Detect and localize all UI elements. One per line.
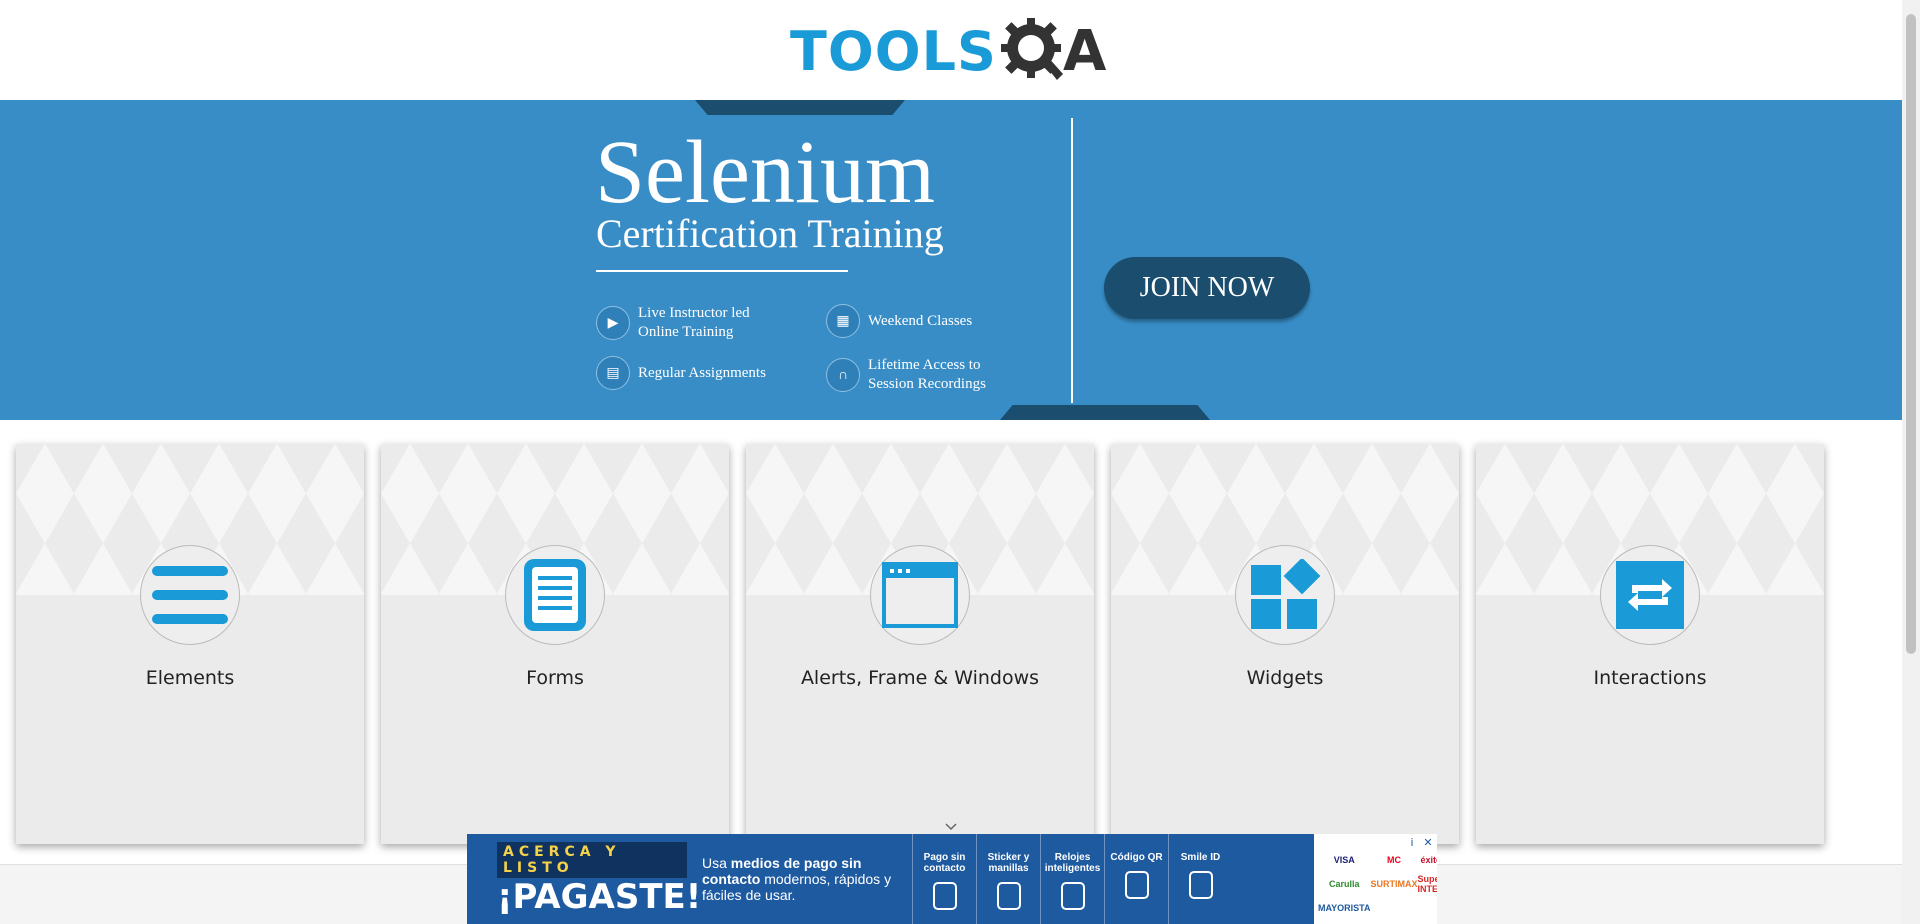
surtimax-logo: SURTIMAX xyxy=(1370,878,1418,889)
card-alerts-frame-windows[interactable]: Alerts, Frame & Windows xyxy=(746,444,1094,844)
headphones-icon: ∩ xyxy=(826,358,860,392)
document-icon: ▤ xyxy=(596,356,630,390)
page-scrollbar[interactable] xyxy=(1902,0,1920,924)
card-avatar xyxy=(870,545,970,645)
join-now-button[interactable]: JOIN NOW xyxy=(1104,257,1310,319)
ad-item-label: Código QR xyxy=(1110,852,1163,863)
card-title: Alerts, Frame & Windows xyxy=(800,667,1040,689)
widgets-grid-icon xyxy=(1251,559,1321,629)
phone-qr-icon xyxy=(1124,871,1149,899)
card-title: Interactions xyxy=(1593,667,1707,689)
carulla-logo: Carulla xyxy=(1329,878,1360,889)
ad-brand: ACERCA Y LISTO ¡PAGASTE! xyxy=(467,834,702,924)
sticker-icon xyxy=(996,882,1021,910)
ad-payment-methods: Pago sin contacto Sticker y manillas Rel… xyxy=(912,834,1232,924)
card-widgets[interactable]: Widgets xyxy=(1111,444,1459,844)
hamburger-list-icon xyxy=(152,566,228,624)
card-interactions[interactable]: Interactions xyxy=(1476,444,1824,844)
feature-label: Lifetime Access to Session Recordings xyxy=(868,357,986,392)
selenium-training-banner[interactable]: Selenium Certification Training ▶ Live I… xyxy=(0,100,1902,420)
card-forms[interactable]: Forms xyxy=(381,444,729,844)
feature-weekend-classes: ▦ Weekend Classes xyxy=(826,304,1018,338)
toolsqa-logo[interactable]: TOOLS A xyxy=(790,14,1120,90)
swap-arrows-icon xyxy=(1616,561,1684,629)
face-id-icon xyxy=(1188,871,1213,899)
ad-item-qr: Código QR xyxy=(1104,834,1168,924)
ad-item-label: Relojes inteligentes xyxy=(1044,852,1101,874)
mastercard-logo: MC xyxy=(1387,854,1402,865)
ad-close-icon[interactable]: ✕ xyxy=(1421,836,1435,850)
ad-controls: i ✕ xyxy=(1405,836,1435,850)
ad-tagline-main: ¡PAGASTE! xyxy=(497,877,702,917)
feature-label: Weekend Classes xyxy=(868,312,973,329)
banner-title: Selenium xyxy=(595,123,935,222)
banner-underline xyxy=(596,270,848,272)
chevron-down-icon[interactable] xyxy=(944,820,958,834)
banner-stripe-bottom xyxy=(1000,405,1210,420)
ad-copy: Usa medios de pago sin contacto modernos… xyxy=(687,855,912,903)
document-form-icon xyxy=(524,559,586,631)
feature-lifetime-access: ∩ Lifetime Access to Session Recordings xyxy=(826,356,1018,394)
feature-assignments: ▤ Regular Assignments xyxy=(596,356,788,390)
feature-label: Regular Assignments xyxy=(638,364,766,381)
card-avatar xyxy=(505,545,605,645)
feature-label: Live Instructor led Online Training xyxy=(638,305,750,340)
banner-stripe-top xyxy=(695,100,905,115)
mayorista-logo: MAYORISTA xyxy=(1318,903,1371,914)
card-avatar xyxy=(140,545,240,645)
feature-live-training: ▶ Live Instructor led Online Training xyxy=(596,304,788,342)
ad-item-contactless: Pago sin contacto xyxy=(912,834,976,924)
super-inter-logo: Super INTER xyxy=(1417,873,1437,894)
ad-tagline-top: ACERCA Y LISTO xyxy=(497,842,687,878)
ad-info-icon[interactable]: i xyxy=(1405,836,1419,850)
ad-item-label: Pago sin contacto xyxy=(923,852,966,874)
play-icon: ▶ xyxy=(596,306,630,340)
site-header: TOOLS A xyxy=(0,0,1902,100)
gear-magnifier-icon xyxy=(1000,18,1063,80)
ad-copy-prefix: Usa xyxy=(702,855,731,871)
logo-text-a: A xyxy=(1062,19,1107,84)
ad-item-smartwatch: Relojes inteligentes xyxy=(1040,834,1104,924)
scrollbar-thumb[interactable] xyxy=(1906,14,1916,654)
browser-window-icon xyxy=(882,562,958,628)
banner-divider xyxy=(1071,118,1073,403)
exito-logo: éxito xyxy=(1420,854,1438,865)
logo-text: TOOLS xyxy=(790,20,997,83)
card-avatar xyxy=(1235,545,1335,645)
ad-item-sticker: Sticker y manillas xyxy=(976,834,1040,924)
visa-logo: VISA xyxy=(1333,854,1355,865)
card-title: Forms xyxy=(526,667,584,689)
card-title: Elements xyxy=(145,667,235,689)
banner-subtitle: Certification Training xyxy=(596,211,944,256)
calendar-icon: ▦ xyxy=(826,304,860,338)
advertisement-banner[interactable]: ACERCA Y LISTO ¡PAGASTE! Usa medios de p… xyxy=(467,834,1437,924)
card-elements[interactable]: Elements xyxy=(16,444,364,844)
ad-item-label: Smile ID xyxy=(1180,852,1221,863)
ad-item-label: Sticker y manillas xyxy=(987,852,1030,874)
smartwatch-icon xyxy=(1060,882,1085,910)
card-title: Widgets xyxy=(1246,667,1324,689)
card-avatar xyxy=(1600,545,1700,645)
ad-item-smile-id: Smile ID xyxy=(1168,834,1232,924)
contactless-icon xyxy=(932,882,957,910)
